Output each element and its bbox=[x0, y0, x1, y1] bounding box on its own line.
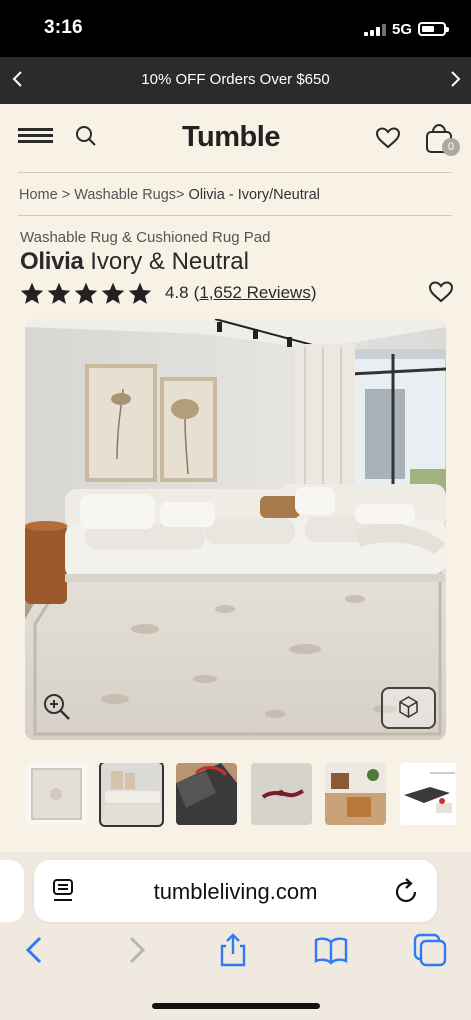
promo-bar: 10% OFF Orders Over $650 bbox=[0, 57, 471, 104]
chevron-right-icon[interactable] bbox=[443, 67, 467, 91]
product-subtitle: Washable Rug & Cushioned Rug Pad bbox=[20, 229, 271, 246]
tabs-icon[interactable] bbox=[412, 932, 448, 968]
product-variant: Ivory & Neutral bbox=[83, 248, 249, 275]
thumbnail-strip bbox=[26, 763, 456, 827]
breadcrumb-category[interactable]: Washable Rugs bbox=[74, 187, 176, 203]
3d-view-button[interactable] bbox=[381, 687, 436, 729]
home-indicator bbox=[152, 1003, 320, 1009]
cart-count-badge: 0 bbox=[442, 138, 460, 156]
reviews-link[interactable]: (1,652 Reviews) bbox=[194, 283, 317, 303]
site-header: Tumble bbox=[0, 104, 471, 172]
address-bar[interactable]: tumbleliving.com bbox=[34, 860, 437, 922]
thumbnail-living-room[interactable] bbox=[99, 763, 164, 827]
star-icon bbox=[128, 282, 152, 304]
thumbnail-hallway[interactable] bbox=[325, 763, 386, 825]
url-text[interactable]: tumbleliving.com bbox=[34, 879, 437, 905]
reviews-paren-close: ) bbox=[310, 283, 317, 302]
thumbnail-spill-test[interactable] bbox=[251, 763, 312, 825]
thumbnail-dimensions[interactable] bbox=[400, 763, 456, 825]
divider bbox=[18, 215, 452, 216]
menu-icon[interactable] bbox=[18, 128, 54, 148]
promo-text[interactable]: 10% OFF Orders Over $650 bbox=[0, 71, 471, 88]
product-name: Olivia bbox=[20, 248, 84, 275]
product-rating: 4.8 (1,652 Reviews) bbox=[19, 280, 317, 306]
previous-tab-preview[interactable] bbox=[0, 860, 24, 922]
bookmarks-icon[interactable] bbox=[313, 932, 349, 968]
reader-icon[interactable] bbox=[52, 878, 76, 904]
star-icon bbox=[20, 282, 44, 304]
breadcrumb-home[interactable]: Home bbox=[19, 187, 58, 203]
star-icon bbox=[47, 282, 71, 304]
reviews-count[interactable]: 1,652 Reviews bbox=[199, 283, 311, 302]
forward-icon[interactable] bbox=[118, 932, 154, 968]
star-rating bbox=[19, 281, 153, 306]
heart-icon[interactable] bbox=[428, 280, 454, 304]
living-room-rug-image bbox=[25, 319, 446, 740]
product-title: Olivia Ivory & Neutral bbox=[20, 248, 249, 276]
heart-icon[interactable] bbox=[375, 126, 401, 150]
3d-view-icon bbox=[399, 696, 418, 718]
zoom-icon[interactable] bbox=[42, 692, 72, 722]
search-icon[interactable] bbox=[74, 124, 98, 148]
status-bar: 3:16 5G bbox=[0, 0, 471, 57]
thumbnail-rug-pad[interactable] bbox=[176, 763, 237, 825]
star-icon bbox=[101, 282, 125, 304]
battery-icon bbox=[418, 22, 449, 36]
rating-value: 4.8 bbox=[165, 283, 189, 302]
share-icon[interactable] bbox=[215, 932, 251, 968]
product-image[interactable] bbox=[25, 319, 446, 740]
breadcrumb-current: Olivia - Ivory/Neutral bbox=[188, 187, 320, 203]
breadcrumb-separator: > bbox=[176, 187, 189, 203]
breadcrumb-separator: > bbox=[57, 187, 75, 203]
signal-icon bbox=[364, 24, 386, 36]
divider bbox=[18, 172, 452, 173]
thumbnail-rug-top[interactable] bbox=[26, 763, 87, 825]
back-icon[interactable] bbox=[17, 932, 53, 968]
network-label: 5G bbox=[392, 21, 413, 38]
status-time: 3:16 bbox=[44, 17, 83, 38]
star-icon bbox=[74, 282, 98, 304]
breadcrumb: Home > Washable Rugs> Olivia - Ivory/Neu… bbox=[19, 187, 320, 203]
logo[interactable]: Tumble bbox=[182, 121, 280, 154]
reload-icon[interactable] bbox=[394, 877, 420, 905]
